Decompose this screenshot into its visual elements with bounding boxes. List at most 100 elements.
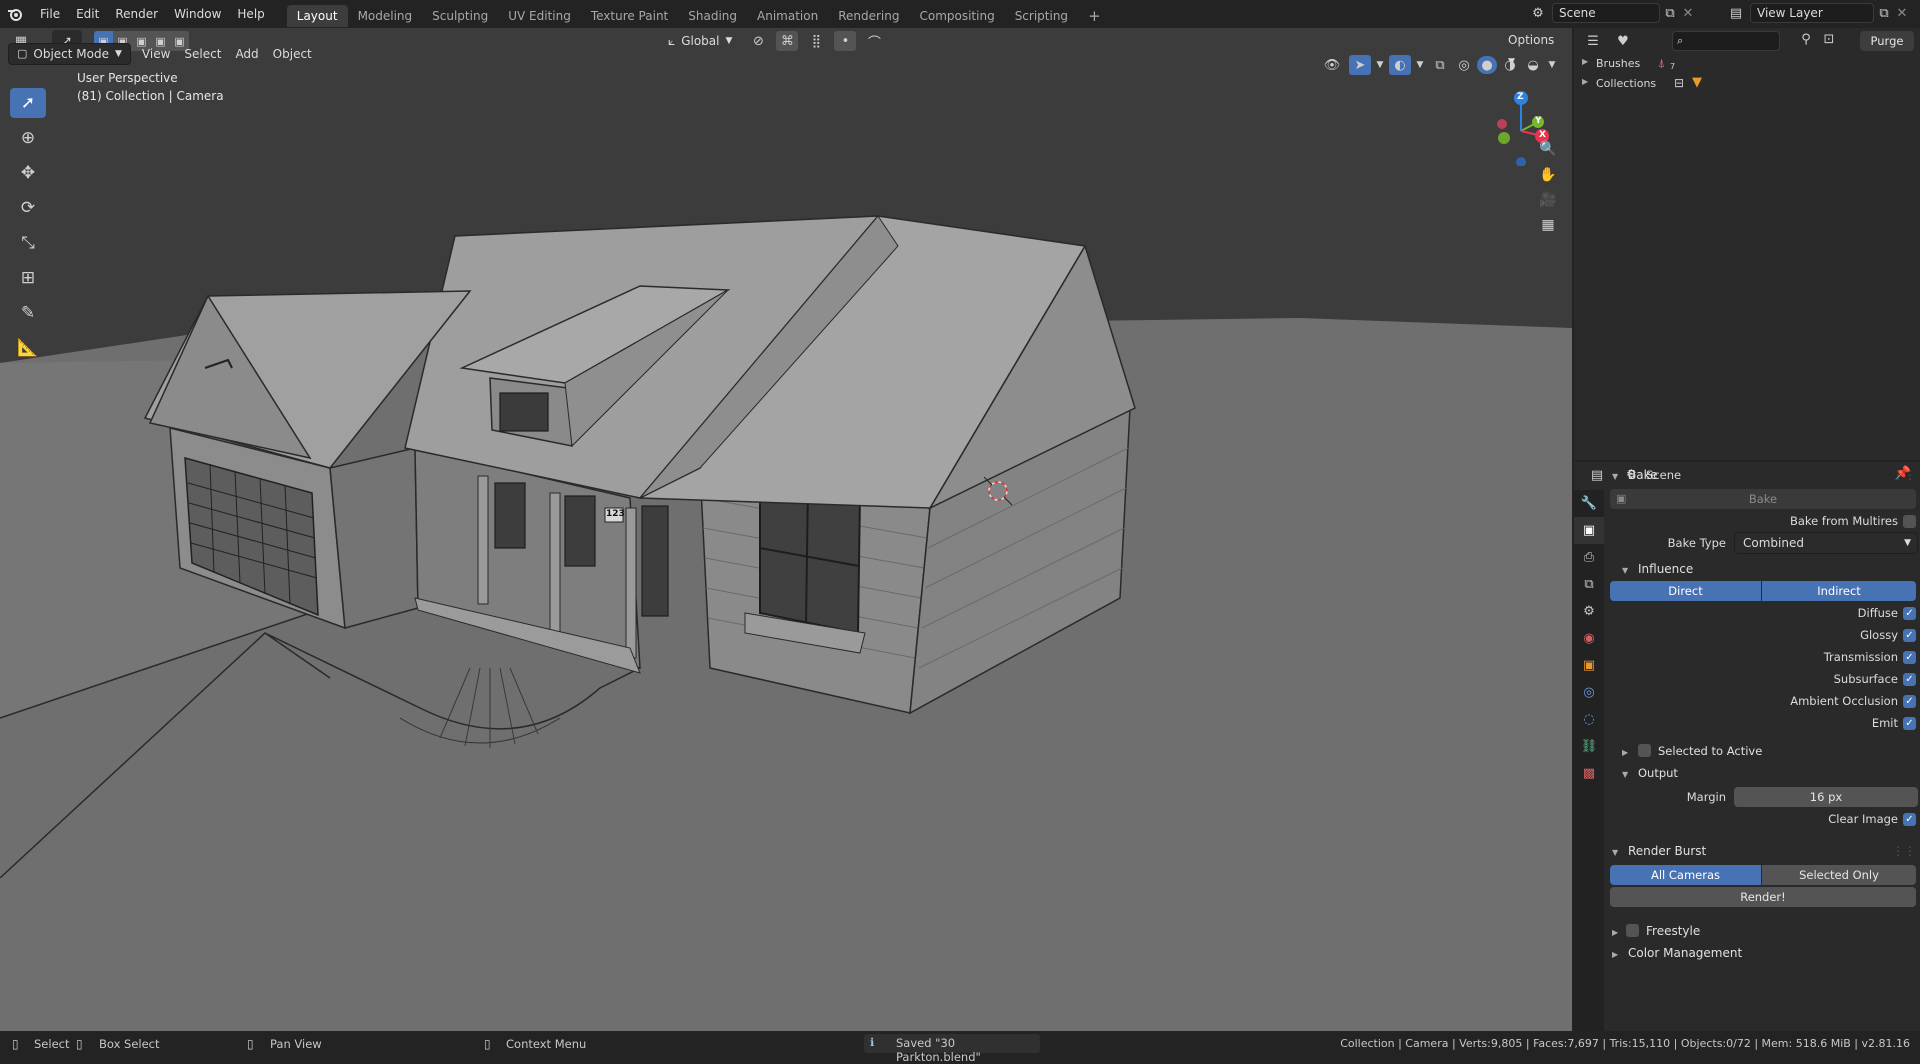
drag-handle-icon[interactable]: ⋮⋮ bbox=[1892, 840, 1916, 862]
save-report[interactable]: ℹ Saved "30 Parkton.blend" bbox=[864, 1034, 1040, 1064]
tab-output[interactable]: ⎙ bbox=[1574, 544, 1604, 571]
tab-compositing[interactable]: Compositing bbox=[909, 5, 1004, 27]
glossy-checkbox[interactable]: ✓ bbox=[1903, 628, 1916, 642]
influence-panel-header[interactable]: ▼ Influence bbox=[1606, 558, 1918, 580]
rendered-shading-icon[interactable]: ◒ bbox=[1523, 58, 1543, 73]
ortho-toggle-button[interactable]: ▦ bbox=[1535, 212, 1561, 238]
camera-view-button[interactable]: 🎥 bbox=[1535, 187, 1561, 213]
viewport-menu-select[interactable]: Select bbox=[177, 43, 228, 65]
outliner-search-input[interactable]: ⌕ bbox=[1672, 31, 1780, 51]
selected-to-active-header[interactable]: ▶ Selected to Active bbox=[1606, 740, 1918, 762]
remove-scene-icon[interactable]: ✕ bbox=[1680, 6, 1696, 21]
options-dropdown[interactable]: Options ▼ bbox=[1500, 30, 1572, 67]
scale-tool[interactable]: ⤡ bbox=[10, 228, 46, 258]
view-layer-field[interactable]: View Layer bbox=[1750, 3, 1874, 23]
selected-to-active-checkbox[interactable] bbox=[1638, 744, 1651, 757]
measure-tool[interactable]: 📐 bbox=[10, 333, 46, 363]
tab-modeling[interactable]: Modeling bbox=[348, 5, 423, 27]
tab-shading[interactable]: Shading bbox=[678, 5, 747, 27]
color-management-panel-header[interactable]: ▶ Color Management bbox=[1606, 942, 1918, 964]
tab-physics[interactable]: ◌ bbox=[1574, 706, 1604, 733]
outliner-item-collections[interactable]: ▶ Collections ⊟ ▼ bbox=[1574, 74, 1920, 94]
menu-file[interactable]: File bbox=[32, 0, 68, 28]
purge-button[interactable]: Purge bbox=[1860, 31, 1914, 51]
bake-button[interactable]: ▣ Bake bbox=[1610, 489, 1916, 509]
tab-object[interactable]: ▣ bbox=[1574, 652, 1604, 679]
xray-toggle-icon[interactable]: ⧉ bbox=[1429, 58, 1451, 73]
pan-button[interactable]: ✋ bbox=[1535, 162, 1561, 188]
display-mode-icon[interactable]: ♥ bbox=[1608, 34, 1638, 49]
new-scene-icon[interactable]: ⧉ bbox=[1660, 6, 1680, 21]
blender-logo-icon[interactable] bbox=[0, 6, 30, 22]
clear-image-checkbox[interactable]: ✓ bbox=[1903, 812, 1916, 826]
annotate-tool[interactable]: ✎ bbox=[10, 298, 46, 328]
render-button[interactable]: Render! bbox=[1610, 887, 1916, 907]
drag-handle-icon[interactable]: ⋮⋮ bbox=[1892, 464, 1916, 486]
solid-shading-icon[interactable]: ● bbox=[1477, 56, 1497, 74]
menu-render[interactable]: Render bbox=[107, 0, 166, 28]
material-shading-icon[interactable]: ◑ bbox=[1500, 58, 1520, 73]
tab-render[interactable]: ▣ bbox=[1574, 517, 1604, 544]
tab-sculpting[interactable]: Sculpting bbox=[422, 5, 498, 27]
viewport-menu-add[interactable]: Add bbox=[228, 43, 265, 65]
tab-world[interactable]: ◉ bbox=[1574, 625, 1604, 652]
orientation-dropdown[interactable]: ⟀ Global ▼ bbox=[660, 30, 740, 52]
overlay-toggle-icon[interactable]: ◐ bbox=[1389, 55, 1411, 75]
3d-viewport[interactable]: 123 ▦ ➚ ▣ ▣ ▣ ▣ ▣ ▢ Object Mode ▼ View S… bbox=[0, 28, 1572, 1031]
add-workspace-button[interactable]: + bbox=[1078, 5, 1111, 27]
ambient-occlusion-checkbox[interactable]: ✓ bbox=[1903, 694, 1916, 708]
tab-view-layer[interactable]: ⧉ bbox=[1574, 571, 1604, 598]
selected-only-toggle[interactable]: Selected Only bbox=[1762, 865, 1916, 885]
falloff-icon[interactable]: ⌒ bbox=[860, 32, 888, 51]
rotate-tool[interactable]: ⟳ bbox=[10, 193, 46, 223]
diffuse-checkbox[interactable]: ✓ bbox=[1903, 606, 1916, 620]
bake-panel-header[interactable]: ▼ Bake ⋮⋮ bbox=[1606, 464, 1918, 486]
zoom-button[interactable]: 🔍 bbox=[1535, 136, 1561, 162]
tab-scripting[interactable]: Scripting bbox=[1005, 5, 1078, 27]
emit-checkbox[interactable]: ✓ bbox=[1903, 716, 1916, 730]
tab-texture-paint[interactable]: Texture Paint bbox=[581, 5, 678, 27]
scene-icon[interactable]: ⚙ bbox=[1524, 6, 1552, 21]
outliner-item-brushes[interactable]: ▶ Brushes ⍋ 7 bbox=[1574, 54, 1920, 74]
margin-field[interactable]: 16 px bbox=[1734, 787, 1918, 807]
tab-scene[interactable]: ⚙ bbox=[1574, 598, 1604, 625]
subsurface-checkbox[interactable]: ✓ bbox=[1903, 672, 1916, 686]
direct-toggle[interactable]: Direct bbox=[1610, 581, 1761, 601]
view-layer-icon[interactable]: ▤ bbox=[1722, 6, 1750, 21]
tab-rendering[interactable]: Rendering bbox=[828, 5, 909, 27]
tab-uv-editing[interactable]: UV Editing bbox=[498, 5, 581, 27]
cursor-tool[interactable]: ⊕ bbox=[10, 123, 46, 153]
snap-element-icon[interactable]: ⣿ bbox=[802, 34, 830, 49]
menu-edit[interactable]: Edit bbox=[68, 0, 107, 28]
tab-animation[interactable]: Animation bbox=[747, 5, 828, 27]
menu-help[interactable]: Help bbox=[229, 0, 272, 28]
tab-texture[interactable]: ▩ bbox=[1574, 760, 1604, 787]
viewport-menu-object[interactable]: Object bbox=[266, 43, 319, 65]
wireframe-shading-icon[interactable]: ◎ bbox=[1454, 58, 1474, 73]
mode-dropdown[interactable]: ▢ Object Mode ▼ bbox=[8, 43, 131, 65]
tab-layout[interactable]: Layout bbox=[286, 4, 348, 27]
bake-type-dropdown[interactable]: Combined ▼ bbox=[1734, 532, 1918, 554]
indirect-toggle[interactable]: Indirect bbox=[1762, 581, 1916, 601]
transform-tool[interactable]: ⊞ bbox=[10, 263, 46, 293]
bake-from-multires-checkbox[interactable] bbox=[1903, 514, 1916, 528]
chevron-down-icon[interactable]: ▼ bbox=[1374, 60, 1386, 70]
render-burst-panel-header[interactable]: ▼ Render Burst ⋮⋮ bbox=[1606, 840, 1918, 862]
outliner-editor-icon[interactable]: ☰ bbox=[1578, 34, 1608, 49]
visibility-icon[interactable]: 👁 bbox=[1318, 58, 1346, 73]
gizmo-toggle-icon[interactable]: ➤ bbox=[1349, 55, 1371, 75]
snap-toggle-icon[interactable]: ⌘ bbox=[776, 31, 799, 51]
new-view-layer-icon[interactable]: ⧉ bbox=[1874, 6, 1894, 21]
chevron-down-icon[interactable]: ▼ bbox=[1546, 60, 1558, 70]
select-box-tool[interactable]: ➚ bbox=[10, 88, 46, 118]
output-panel-header[interactable]: ▼ Output bbox=[1606, 762, 1918, 784]
freestyle-checkbox[interactable] bbox=[1626, 924, 1639, 937]
chevron-down-icon[interactable]: ▼ bbox=[1414, 60, 1426, 70]
freestyle-panel-header[interactable]: ▶ Freestyle bbox=[1606, 920, 1918, 942]
pivot-point-icon[interactable]: ⊘ bbox=[744, 34, 772, 49]
tab-tool[interactable]: 🔧 bbox=[1574, 490, 1604, 517]
scene-name-field[interactable]: Scene bbox=[1552, 3, 1660, 23]
filter-icon[interactable]: ⚲ bbox=[1796, 32, 1816, 47]
menu-window[interactable]: Window bbox=[166, 0, 229, 28]
new-collection-icon[interactable]: ⊡ bbox=[1818, 32, 1840, 47]
